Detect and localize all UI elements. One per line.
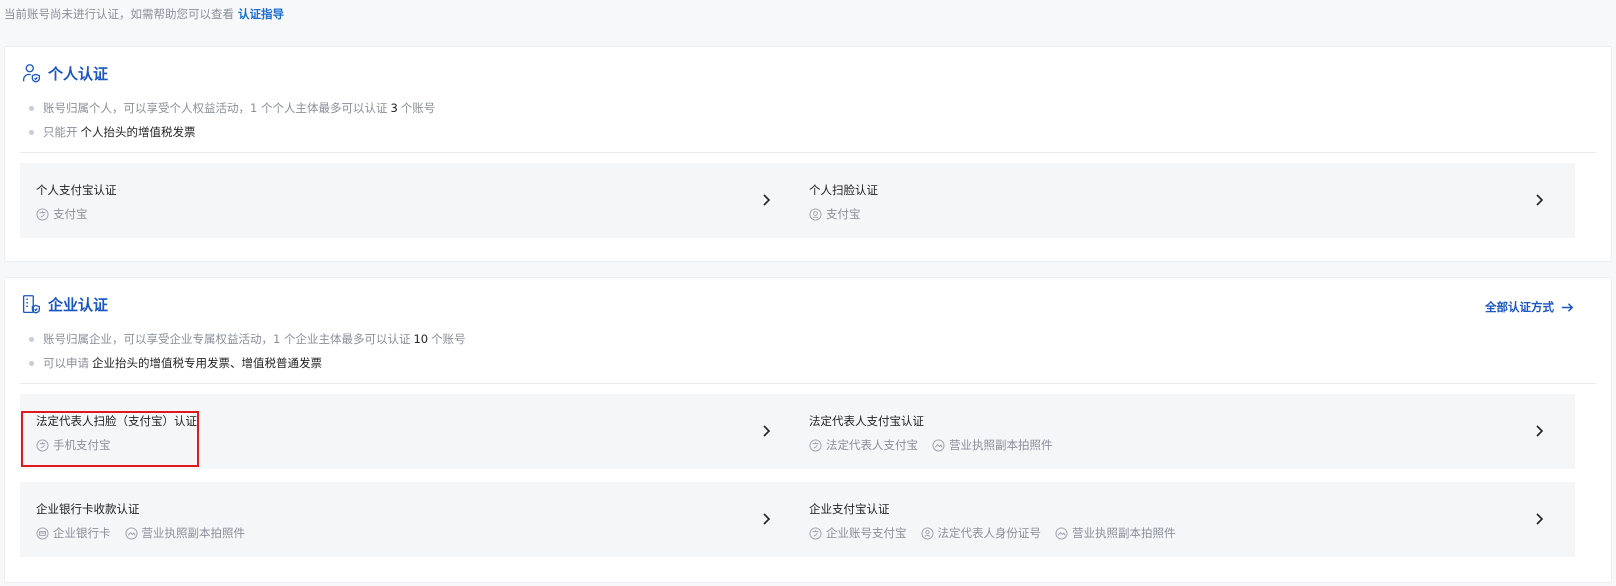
enterprise-benefit-list: 账号归属企业，可以享受企业专属权益活动，1 个企业主体最多可以认证 10 个账号 可…: [29, 327, 466, 375]
chevron-right-icon: [1536, 513, 1544, 525]
enterprise-auth-title: 企业认证: [48, 296, 109, 314]
card-title: 个人支付宝认证: [36, 183, 117, 197]
license-icon: [1055, 526, 1068, 540]
card-tag: 企业账号支付宝: [809, 525, 907, 541]
chevron-right-icon: [1536, 425, 1544, 437]
chevron-right-icon: [763, 194, 771, 206]
chevron-right-icon: [1536, 194, 1544, 206]
list-item: 可以申请 企业抬头的增值税专用发票、增值税普通发票: [29, 351, 466, 375]
card-tag: 支付宝: [809, 206, 861, 222]
divider: [20, 152, 1596, 153]
building-shield-icon: [22, 295, 41, 314]
list-item: 账号归属个人，可以享受个人权益活动，1 个个人主体最多可以认证 3 个账号: [29, 96, 435, 120]
person-shield-icon: [22, 64, 41, 83]
all-auth-methods-link[interactable]: 全部认证方式: [1485, 299, 1575, 315]
card-tag: 手机支付宝: [36, 437, 111, 453]
id-person-icon: [920, 526, 934, 540]
personal-benefit-list: 账号归属个人，可以享受个人权益活动，1 个个人主体最多可以认证 3 个账号 只能开个…: [29, 96, 435, 144]
bank-card-icon: [36, 526, 49, 540]
card-tag: 营业执照副本拍照件: [932, 437, 1053, 453]
alipay-icon: [809, 526, 822, 540]
enterprise-auth-section: 企业认证 全部认证方式 账号归属企业，可以享受企业专属权益活动，1 个企业主体最…: [4, 277, 1612, 583]
legal-rep-alipay-auth-card[interactable]: 法定代表人支付宝认证 法定代表人支付宝 营业执照副本拍照件: [793, 394, 1575, 469]
card-title: 企业银行卡收款认证: [36, 502, 140, 516]
card-title: 个人扫脸认证: [809, 183, 878, 197]
card-tag: 法定代表人身份证号: [920, 525, 1041, 541]
list-item: 只能开 个人抬头的增值税发票: [29, 120, 435, 144]
alipay-icon: [809, 438, 822, 452]
personal-auth-header: 个人认证: [21, 63, 108, 84]
license-icon: [932, 438, 945, 452]
card-tag: 支付宝: [36, 206, 88, 222]
chevron-right-icon: [763, 513, 771, 525]
personal-face-auth-card[interactable]: 个人扫脸认证 支付宝: [793, 163, 1575, 238]
card-title: 企业支付宝认证: [809, 502, 890, 516]
alipay-icon: [36, 207, 49, 221]
card-title: 法定代表人支付宝认证: [809, 414, 924, 428]
personal-alipay-auth-card[interactable]: 个人支付宝认证 支付宝: [20, 163, 802, 238]
card-tag: 营业执照副本拍照件: [124, 525, 245, 541]
chevron-right-icon: [763, 425, 771, 437]
card-tag: 营业执照副本拍照件: [1055, 525, 1176, 541]
license-icon: [124, 526, 138, 540]
card-tag: 企业银行卡: [36, 525, 111, 541]
auth-guide-link[interactable]: 认证指导: [238, 7, 284, 21]
card-tag: 法定代表人支付宝: [809, 437, 918, 453]
enterprise-auth-header: 企业认证: [21, 294, 108, 315]
list-item: 账号归属企业，可以享受企业专属权益活动，1 个企业主体最多可以认证 10 个账号: [29, 327, 466, 351]
face-icon: [809, 207, 822, 221]
personal-auth-title: 个人认证: [48, 65, 109, 83]
divider: [20, 383, 1596, 384]
card-title: 法定代表人扫脸（支付宝）认证: [36, 414, 197, 428]
alipay-icon: [36, 438, 49, 452]
enterprise-bank-card-auth-card[interactable]: 企业银行卡收款认证 企业银行卡 营业执照副本拍照件: [20, 482, 802, 557]
enterprise-alipay-auth-card[interactable]: 企业支付宝认证 企业账号支付宝 法定代表人身份证号 营业执照副本拍照件: [793, 482, 1575, 557]
auth-notice: 当前账号尚未进行认证，如需帮助您可以查看 认证指导: [4, 6, 284, 22]
personal-auth-section: 个人认证 账号归属个人，可以享受个人权益活动，1 个个人主体最多可以认证 3 个账号…: [4, 46, 1612, 262]
arrow-right-icon: [1561, 302, 1574, 312]
legal-rep-face-auth-card[interactable]: 法定代表人扫脸（支付宝）认证 手机支付宝: [20, 394, 802, 469]
notice-text: 当前账号尚未进行认证，如需帮助您可以查看: [4, 7, 234, 21]
